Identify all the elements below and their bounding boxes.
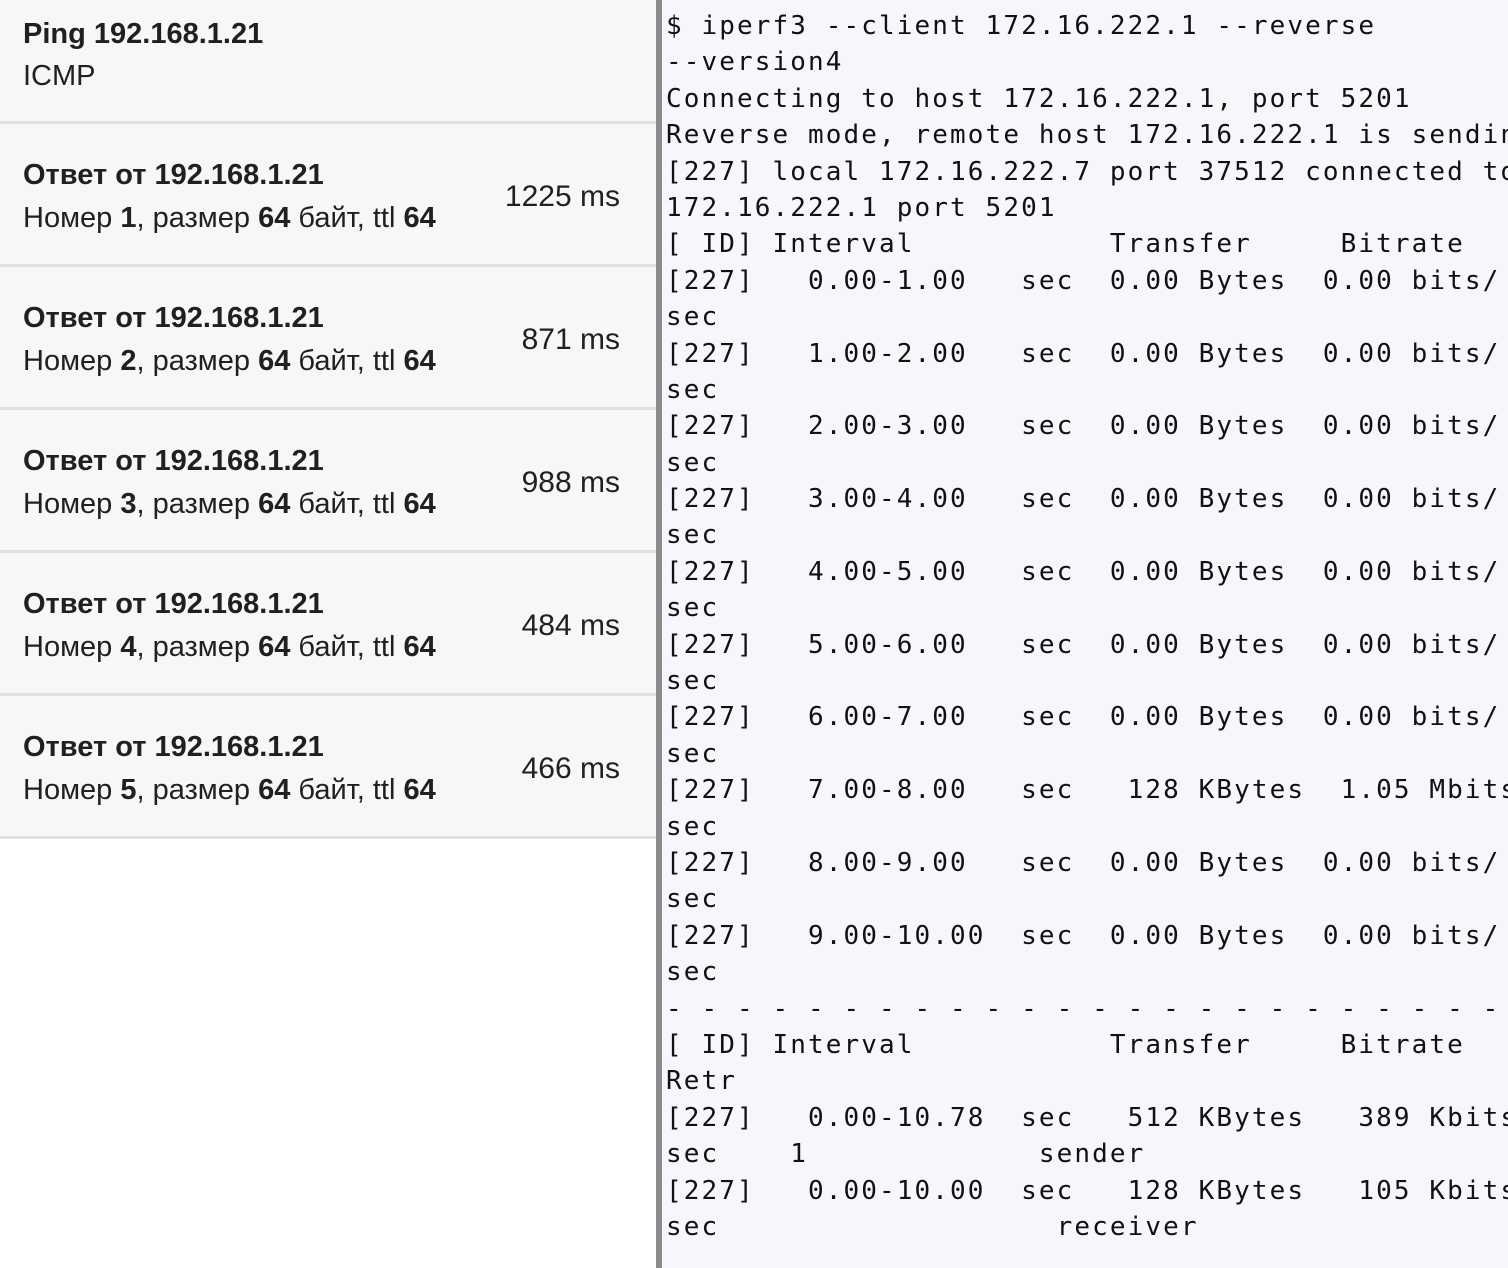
terminal-line: [227] 0.00-10.78 sec 512 KBytes 389 Kbit… [666,1102,1508,1133]
ping-header: Ping 192.168.1.21 ICMP [0,0,656,124]
terminal-line: [227] 0.00-10.00 sec 128 KBytes 105 Kbit… [666,1175,1508,1206]
terminal-line: sec [666,374,720,405]
terminal-line: [227] 7.00-8.00 sec 128 KBytes 1.05 Mbit… [666,775,1508,806]
reply-num: 3 [120,488,137,520]
reply-details: Номер 2, размер 64 байт, ttl 64 [23,342,436,380]
reply-num-label: Номер [23,202,121,234]
terminal-output: $ iperf3 --client 172.16.222.1 --reverse… [666,8,1508,1245]
reply-row[interactable]: Ответ от 192.168.1.21 Номер 5, размер 64 … [0,696,656,839]
terminal-line: sec [666,302,720,333]
reply-from: Ответ от 192.168.1.21 [23,302,324,334]
terminal-line: 172.16.222.1 port 5201 [666,192,1057,223]
terminal-line: - - - - - - - - - - - - - - - - - - - - … [666,993,1508,1024]
terminal-panel[interactable]: $ iperf3 --client 172.16.222.1 --reverse… [662,0,1508,1268]
reply-size-label: , размер [136,631,259,663]
terminal-line: Retr [666,1066,738,1097]
reply-size: 64 [258,202,291,234]
reply-num: 4 [120,631,137,663]
reply-details: Номер 1, размер 64 байт, ttl 64 [23,199,436,237]
terminal-line: sec [666,884,720,915]
reply-size: 64 [258,488,291,520]
terminal-line: [227] 3.00-4.00 sec 0.00 Bytes 0.00 bits… [666,484,1501,515]
reply-size: 64 [258,774,291,806]
reply-time: 988 ms [521,466,620,499]
reply-num-label: Номер [23,488,121,520]
reply-details: Номер 3, размер 64 байт, ttl 64 [23,485,436,523]
terminal-line: [227] 8.00-9.00 sec 0.00 Bytes 0.00 bits… [666,847,1501,878]
reply-list: Ответ от 192.168.1.21 Номер 1, размер 64 … [0,124,656,839]
reply-details: Номер 5, размер 64 байт, ttl 64 [23,771,436,809]
reply-from: Ответ от 192.168.1.21 [23,588,324,620]
reply-ttl: 64 [403,345,436,377]
reply-row[interactable]: Ответ от 192.168.1.21 Номер 4, размер 64 … [0,553,656,696]
reply-ttl-label: байт, ttl [290,345,404,377]
ping-title: Ping 192.168.1.21 [23,18,264,50]
reply-time: 466 ms [521,752,620,785]
reply-details: Номер 4, размер 64 байт, ttl 64 [23,628,436,666]
reply-row[interactable]: Ответ от 192.168.1.21 Номер 3, размер 64 … [0,410,656,553]
reply-size-label: , размер [136,774,259,806]
reply-num-label: Номер [23,774,121,806]
terminal-line: sec [666,593,720,624]
terminal-line: sec [666,957,720,988]
terminal-line: $ iperf3 --client 172.16.222.1 --reverse [666,11,1377,41]
reply-num: 5 [120,774,137,806]
terminal-line: [ ID] Interval Transfer Bitrate [666,229,1465,260]
terminal-line: [227] 6.00-7.00 sec 0.00 Bytes 0.00 bits… [666,702,1501,733]
reply-size-label: , размер [136,345,259,377]
reply-size: 64 [258,631,291,663]
reply-num: 1 [120,202,137,234]
terminal-line: sec [666,811,720,842]
reply-ttl-label: байт, ttl [290,202,404,234]
reply-from: Ответ от 192.168.1.21 [23,445,324,477]
terminal-line: sec [666,520,720,551]
terminal-line: sec [666,666,720,697]
reply-time: 484 ms [521,609,620,642]
reply-time: 871 ms [521,323,620,356]
reply-size-label: , размер [136,488,259,520]
ping-protocol: ICMP [23,60,96,92]
terminal-line: [227] 2.00-3.00 sec 0.00 Bytes 0.00 bits… [666,411,1501,442]
reply-ttl: 64 [403,202,436,234]
ping-panel: Ping 192.168.1.21 ICMP Ответ от 192.168.… [0,0,656,1268]
terminal-line: Connecting to host 172.16.222.1, port 52… [666,83,1412,114]
terminal-line: [227] 1.00-2.00 sec 0.00 Bytes 0.00 bits… [666,338,1501,369]
reply-ttl: 64 [403,774,436,806]
terminal-line: sec 1 sender [666,1139,1146,1170]
reply-num-label: Номер [23,631,121,663]
reply-time: 1225 ms [504,180,620,213]
terminal-line: [227] 5.00-6.00 sec 0.00 Bytes 0.00 bits… [666,629,1501,660]
terminal-line: sec receiver [666,1211,1199,1242]
reply-num: 2 [120,345,137,377]
reply-from: Ответ от 192.168.1.21 [23,731,324,763]
reply-ttl-label: байт, ttl [290,488,404,520]
terminal-line: [227] 9.00-10.00 sec 0.00 Bytes 0.00 bit… [666,920,1501,951]
reply-num-label: Номер [23,345,121,377]
reply-ttl: 64 [403,488,436,520]
reply-row[interactable]: Ответ от 192.168.1.21 Номер 2, размер 64 … [0,267,656,410]
terminal-line: [227] local 172.16.222.7 port 37512 conn… [666,156,1508,187]
terminal-line: --version4 [666,47,844,78]
terminal-line: Reverse mode, remote host 172.16.222.1 i… [666,120,1508,151]
reply-ttl-label: байт, ttl [290,774,404,806]
terminal-line: [ ID] Interval Transfer Bitrate [666,1029,1465,1060]
terminal-line: [227] 0.00-1.00 sec 0.00 Bytes 0.00 bits… [666,265,1501,296]
reply-size-label: , размер [136,202,259,234]
reply-size: 64 [258,345,291,377]
terminal-line: sec [666,447,720,478]
terminal-line: [227] 4.00-5.00 sec 0.00 Bytes 0.00 bits… [666,556,1501,587]
terminal-line: sec [666,738,720,769]
reply-ttl: 64 [403,631,436,663]
reply-ttl-label: байт, ttl [290,631,404,663]
reply-from: Ответ от 192.168.1.21 [23,159,324,191]
reply-row[interactable]: Ответ от 192.168.1.21 Номер 1, размер 64 … [0,124,656,267]
